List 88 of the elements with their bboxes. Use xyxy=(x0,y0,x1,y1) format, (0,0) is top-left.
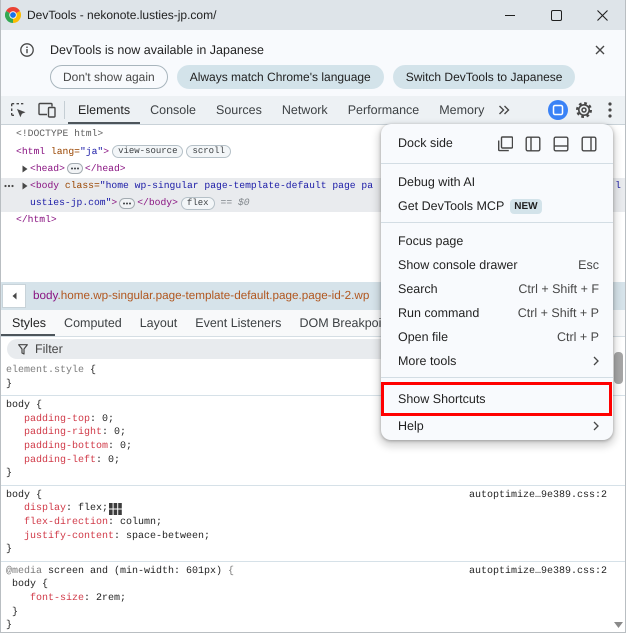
settings-icon[interactable] xyxy=(575,101,593,119)
close-icon[interactable] xyxy=(595,45,605,55)
triangle-right-icon[interactable] xyxy=(22,182,28,190)
sidebar-tab[interactable]: DOM Breakpoi xyxy=(290,310,382,336)
css-declaration: padding-bottom: 0; xyxy=(24,440,132,454)
markup-text: </head> xyxy=(84,162,126,176)
infobar-message: DevTools is now available in Japanese xyxy=(50,42,264,59)
css-selector: element.style { xyxy=(6,364,96,378)
scroll-left-button[interactable] xyxy=(2,284,26,308)
flexbox-editor-icon[interactable] xyxy=(109,503,122,516)
source-link[interactable]: autoptimize…9e389.css:2 xyxy=(468,564,607,578)
sidebar-tab[interactable]: Layout xyxy=(130,310,186,336)
scroll-down-icon[interactable] xyxy=(614,622,623,628)
breadcrumb-link[interactable]: body.home.wp-singular.page-template-default.page.page-id-2.wp xyxy=(33,287,370,305)
panel-tab[interactable]: Memory xyxy=(429,96,494,124)
device-icon[interactable] xyxy=(38,102,56,118)
infobar-button[interactable]: Don't show again xyxy=(50,65,168,89)
sidebar-tab[interactable]: Event Listeners xyxy=(186,310,290,336)
css-declaration: padding-right: 0; xyxy=(24,426,126,440)
caret-left-icon xyxy=(12,292,16,300)
scrollbar-thumb[interactable] xyxy=(614,352,623,384)
keyboard-shortcut: Esc xyxy=(578,256,599,274)
filter-icon xyxy=(18,344,28,355)
dock-side-label: Dock side xyxy=(398,135,453,152)
infobar-button[interactable]: Switch DevTools to Japanese xyxy=(392,65,576,89)
closing-brace: } xyxy=(12,606,18,620)
css-declaration: display: flex; xyxy=(24,502,108,516)
panel-tab[interactable]: Console xyxy=(140,96,206,124)
menu-item[interactable]: Help xyxy=(381,416,613,436)
adorner-badge[interactable]: scroll xyxy=(186,145,231,158)
browser-logo-icon xyxy=(5,7,21,23)
selected-node-hint: == $0 xyxy=(220,196,250,210)
panel-tab[interactable]: Sources xyxy=(206,96,272,124)
adorner-badge[interactable]: flex xyxy=(180,196,215,210)
square-in-circle-icon[interactable] xyxy=(548,100,568,120)
markup-text: <html lang="ja"> xyxy=(16,144,110,158)
menu-item[interactable]: Show Shortcuts xyxy=(384,385,609,413)
close-icon[interactable] xyxy=(596,10,608,20)
menu-item[interactable]: Search Ctrl + Shift + F xyxy=(381,277,613,301)
dock-undocked-icon[interactable] xyxy=(497,136,513,152)
css-declaration: flex-direction: column; xyxy=(24,516,162,530)
source-link[interactable]: autoptimize…9e389.css:2 xyxy=(468,488,607,502)
new-badge: NEW xyxy=(510,198,542,214)
maximize-icon[interactable] xyxy=(550,10,562,20)
dock-left-icon[interactable] xyxy=(525,136,541,152)
double-chevron-icon[interactable] xyxy=(498,104,510,116)
dock-right-icon[interactable] xyxy=(581,136,597,152)
closing-brace: } xyxy=(6,467,12,481)
triangle-right-icon[interactable] xyxy=(22,164,28,173)
css-declaration: padding-top: 0; xyxy=(24,412,114,426)
markup-text: </html> xyxy=(16,213,57,228)
css-selector: body { xyxy=(12,578,48,592)
window-title: DevTools - nekonote.lusties-jp.com/ xyxy=(27,7,216,24)
sidebar-tab[interactable]: Computed xyxy=(55,310,131,336)
dock-bottom-icon[interactable] xyxy=(553,136,569,152)
ellipsis-icon[interactable] xyxy=(66,163,83,174)
css-declaration: justify-content: space-between; xyxy=(24,530,210,544)
markup-text: <!DOCTYPE html> xyxy=(16,127,104,142)
css-selector: body { xyxy=(6,488,42,502)
css-declaration: font-size: 2rem; xyxy=(30,592,126,606)
menu-item[interactable]: Run command Ctrl + Shift + P xyxy=(381,301,613,325)
dots-icon[interactable] xyxy=(4,184,14,188)
ellipsis-icon[interactable] xyxy=(119,198,136,209)
menu-item[interactable]: Debug with AI xyxy=(381,170,613,194)
menu-item[interactable]: Get DevTools MCP NEW xyxy=(381,194,613,218)
closing-brace: } xyxy=(6,378,12,392)
menu-item[interactable]: Focus page xyxy=(381,229,613,253)
kebab-menu-icon[interactable] xyxy=(608,102,612,118)
css-selector: body { xyxy=(6,399,42,413)
menu-item[interactable]: Show console drawer Esc xyxy=(381,253,613,277)
closing-brace: } xyxy=(6,619,12,632)
markup-text: <head> xyxy=(30,162,65,176)
css-declaration: padding-left: 0; xyxy=(24,454,120,468)
keyboard-shortcut: Ctrl + Shift + F xyxy=(518,280,599,298)
closing-brace: } xyxy=(6,543,12,557)
inspect-icon[interactable] xyxy=(10,102,27,118)
infobar-button[interactable]: Always match Chrome's language xyxy=(176,65,384,89)
markup-text: usties-jp.com"> xyxy=(30,196,118,210)
markup-text: <body class="home wp-singular page-template-default page pa xyxy=(30,178,374,193)
info-icon xyxy=(20,43,34,57)
panel-tab[interactable]: Performance xyxy=(338,96,430,124)
adorner-badge[interactable]: view-source xyxy=(112,145,184,158)
markup-text: </body> xyxy=(137,196,178,210)
css-at-rule: @media screen and (min-width: 601px) { xyxy=(6,564,234,578)
keyboard-shortcut: Ctrl + Shift + P xyxy=(518,304,599,322)
sidebar-tab[interactable]: Styles xyxy=(1,310,56,336)
markup-text: l xyxy=(615,178,622,193)
panel-tab[interactable]: Network xyxy=(272,96,338,124)
